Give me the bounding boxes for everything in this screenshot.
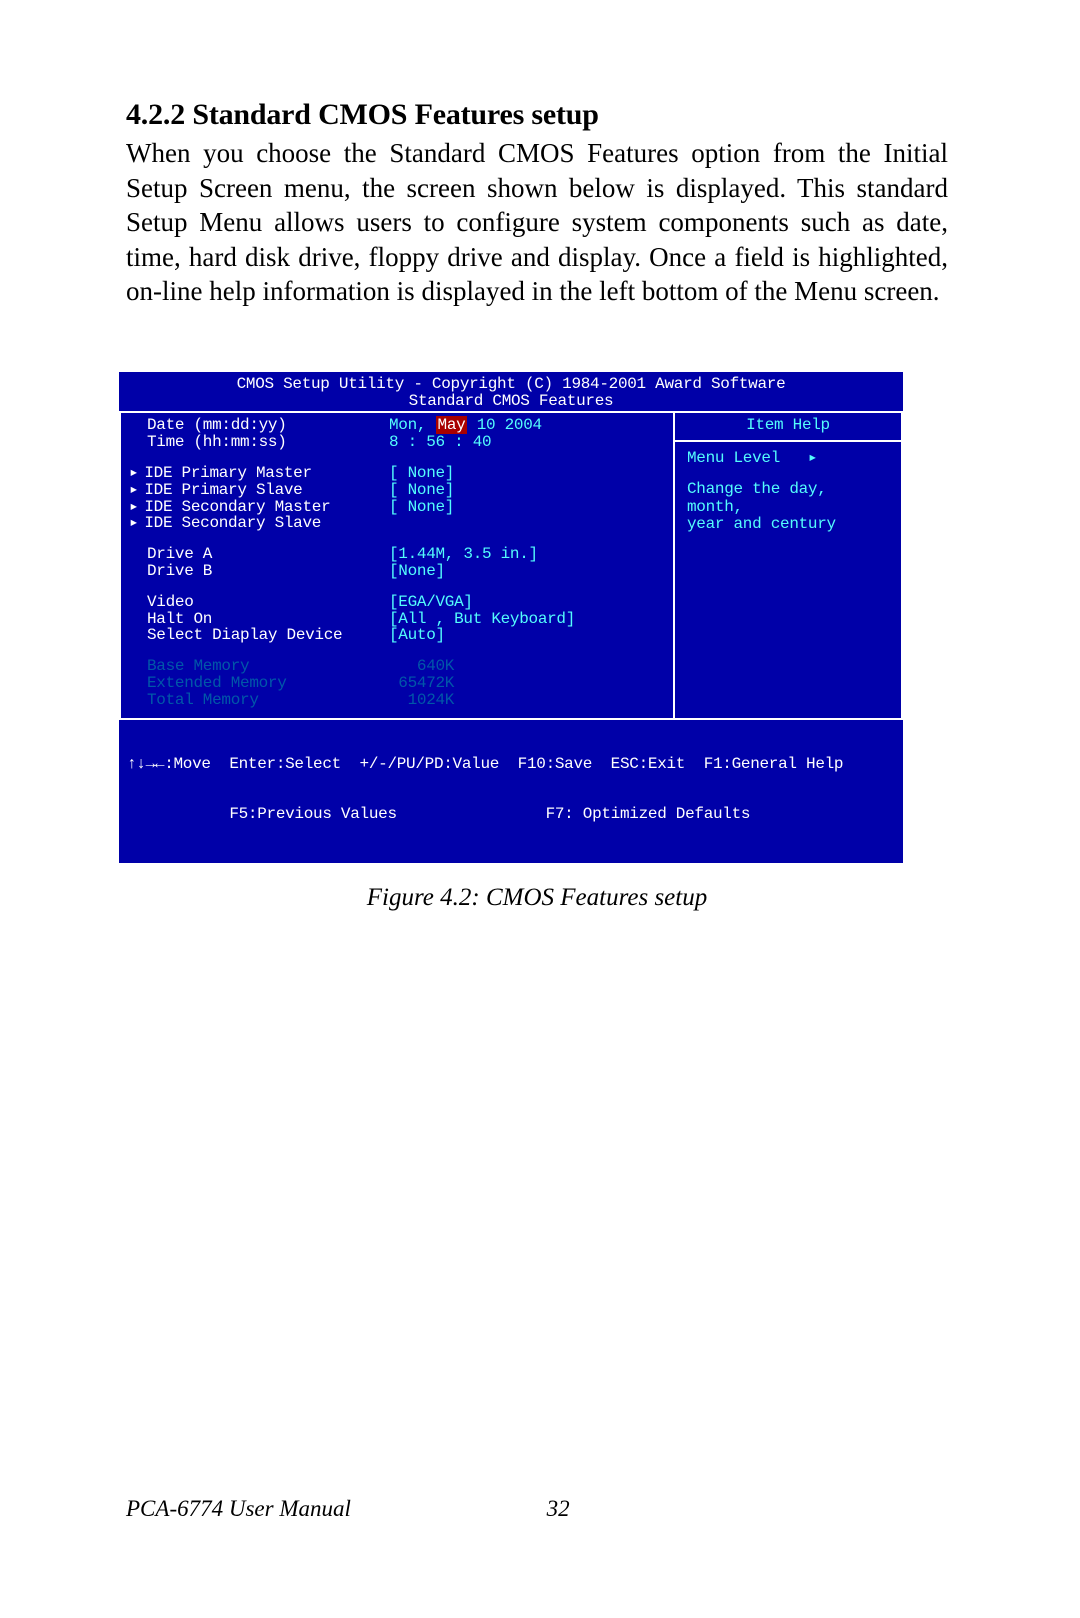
body-paragraph: When you choose the Standard CMOS Featur…	[126, 136, 948, 309]
page-number: 32	[547, 1496, 570, 1521]
footer-line1: ↑↓→←:Move Enter:Select +/-/PU/PD:Value F…	[127, 756, 895, 773]
bios-help-panel: Item Help Menu Level ▸ Change the day, m…	[675, 413, 903, 718]
bios-title: CMOS Setup Utility - Copyright (C) 1984-…	[119, 372, 903, 412]
bios-footer: ↑↓→←:Move Enter:Select +/-/PU/PD:Value F…	[119, 720, 903, 862]
date-row[interactable]: Date (mm:dd:yy) Mon, May 10 2004	[129, 417, 665, 434]
extended-memory-row: Extended Memory 65472K	[129, 675, 665, 692]
section-title: Standard CMOS Features setup	[192, 98, 598, 131]
base-memory-row: Base Memory 640K	[129, 658, 665, 675]
total-memory-row: Total Memory 1024K	[129, 692, 665, 709]
time-row[interactable]: Time (hh:mm:ss) 8 : 56 : 40	[129, 434, 665, 451]
figure-caption: Figure 4.2: CMOS Features setup	[126, 884, 948, 912]
video-row[interactable]: Video [EGA/VGA]	[129, 594, 665, 611]
ide-primary-slave-row[interactable]: IDE Primary Slave [ None]	[129, 482, 665, 499]
chevron-right-icon: IDE Secondary Slave	[129, 515, 389, 532]
time-label: Time (hh:mm:ss)	[147, 433, 287, 451]
footer-line2: F5:Previous Values F7: Optimized Default…	[127, 806, 895, 823]
manual-name: PCA-6774 User Manual	[126, 1496, 351, 1521]
ide-secondary-master-row[interactable]: IDE Secondary Master [ None]	[129, 499, 665, 516]
section-number: 4.2.2	[126, 98, 185, 131]
section-heading: 4.2.2 Standard CMOS Features setup	[126, 98, 948, 132]
bios-title-line2: Standard CMOS Features	[123, 393, 899, 410]
drive-a-row[interactable]: Drive A [1.44M, 3.5 in.]	[129, 546, 665, 563]
chevron-right-icon: IDE Secondary Master	[129, 499, 389, 516]
bios-left-panel: Date (mm:dd:yy) Mon, May 10 2004 Time (h…	[119, 413, 675, 718]
ide-primary-master-row[interactable]: IDE Primary Master [ None]	[129, 465, 665, 482]
page-footer: PCA-6774 User Manual 32	[126, 1496, 570, 1522]
halt-on-row[interactable]: Halt On [All , But Keyboard]	[129, 611, 665, 628]
bios-title-line1: CMOS Setup Utility - Copyright (C) 1984-…	[123, 376, 899, 393]
date-selected-token: May	[436, 416, 468, 434]
menu-level: Menu Level ▸	[687, 450, 889, 467]
help-text: Change the day, month, year and century	[687, 481, 889, 534]
time-value: 8 : 56 : 40	[389, 434, 665, 451]
chevron-right-icon: IDE Primary Master	[129, 465, 389, 482]
drive-b-row[interactable]: Drive B [None]	[129, 563, 665, 580]
help-separator	[675, 440, 901, 442]
chevron-right-icon: IDE Primary Slave	[129, 482, 389, 499]
display-device-row[interactable]: Select Diaplay Device [Auto]	[129, 627, 665, 644]
help-title: Item Help	[687, 417, 889, 434]
ide-secondary-slave-row[interactable]: IDE Secondary Slave	[129, 515, 665, 532]
bios-screenshot: CMOS Setup Utility - Copyright (C) 1984-…	[116, 369, 906, 866]
date-label: Date (mm:dd:yy)	[147, 416, 287, 434]
date-value: Mon, May 10 2004	[389, 417, 665, 434]
